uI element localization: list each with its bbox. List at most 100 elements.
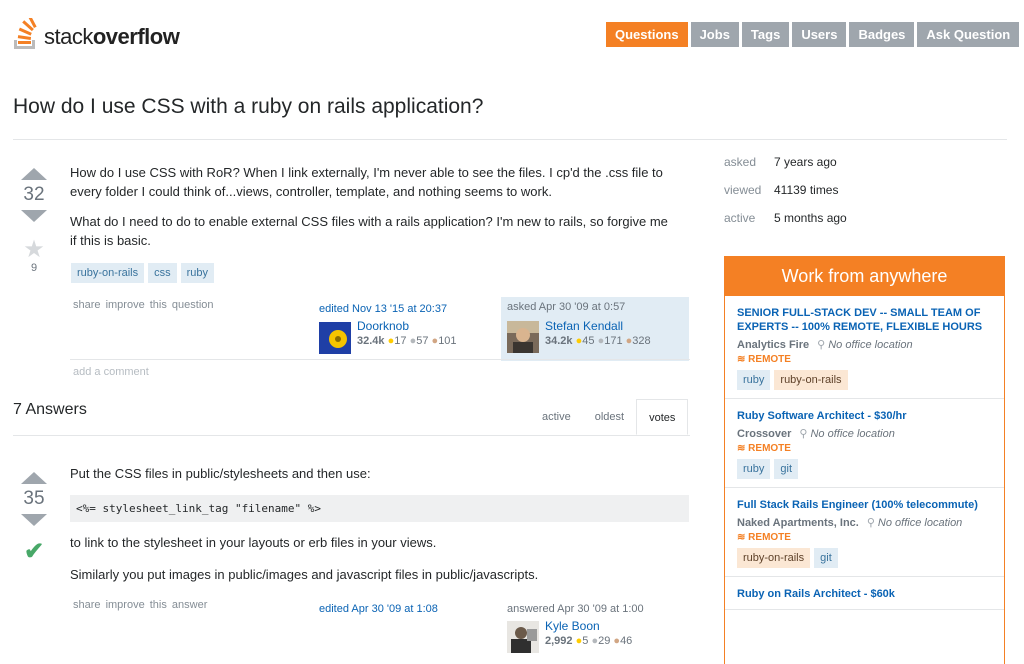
stat-row-active: active 5 months ago: [724, 209, 847, 227]
job-tag-git[interactable]: git: [774, 459, 799, 479]
title-divider: [13, 139, 1007, 140]
job-location: No office location: [810, 428, 895, 440]
job-title-link[interactable]: Ruby Software Architect - $30/hr: [737, 409, 992, 423]
owner-name[interactable]: Stefan Kendall: [545, 319, 623, 333]
favorite-star-icon[interactable]: ★: [14, 238, 54, 262]
job-company: Naked Apartments, Inc.: [737, 517, 859, 529]
accepted-checkmark-icon: ✔: [23, 538, 45, 565]
tag-ruby[interactable]: ruby: [180, 263, 215, 283]
stat-label: viewed: [724, 183, 762, 197]
job-title-link[interactable]: Ruby on Rails Architect - $60k: [737, 587, 992, 601]
job-company: Crossover: [737, 428, 792, 440]
tag-ruby-on-rails[interactable]: ruby-on-rails: [71, 263, 145, 283]
job-remote-badge: ≋ REMOTE: [737, 443, 992, 454]
job-remote-label: REMOTE: [748, 443, 791, 454]
nav-jobs-button[interactable]: Jobs: [690, 22, 739, 47]
answer-menu[interactable]: share improve this answer: [73, 599, 207, 611]
question-paragraph-1: How do I use CSS with RoR? When I link e…: [70, 165, 663, 199]
answers-count: 7 Answers: [13, 401, 87, 418]
job-item: SENIOR FULL-STACK DEV -- SMALL TEAM OF E…: [725, 296, 1004, 399]
upvote-arrow-icon[interactable]: [21, 168, 47, 180]
job-tags: ruby-on-rails git: [737, 548, 992, 568]
question-vote-count: 32: [23, 184, 45, 205]
wifi-icon: ≋: [737, 532, 749, 543]
editor-name[interactable]: Doorknob: [357, 319, 409, 333]
job-title-link[interactable]: SENIOR FULL-STACK DEV -- SMALL TEAM OF E…: [737, 306, 992, 334]
job-tag-git[interactable]: git: [814, 548, 838, 568]
nav-users-button[interactable]: Users: [792, 22, 847, 47]
add-comment-link[interactable]: add a comment: [73, 366, 149, 378]
job-tag-ruby[interactable]: ruby: [737, 459, 771, 479]
location-pin-icon: ⚲: [817, 339, 826, 351]
downvote-arrow-icon[interactable]: [21, 210, 47, 222]
stat-label: asked: [724, 155, 757, 169]
answer-vote-count: 35: [23, 488, 45, 509]
nav-ask-question-button[interactable]: Ask Question: [917, 22, 1020, 47]
job-remote-label: REMOTE: [748, 532, 791, 543]
question-menu[interactable]: share improve this question: [73, 299, 214, 311]
answer-upvote-arrow-icon[interactable]: [21, 472, 47, 484]
job-list: SENIOR FULL-STACK DEV -- SMALL TEAM OF E…: [725, 296, 1004, 610]
answer-author-name[interactable]: Kyle Boon: [545, 619, 600, 633]
stat-row-asked: asked 7 years ago: [724, 153, 847, 171]
favorite-count: 9: [30, 262, 38, 274]
answer-author-signature: answered Apr 30 '09 at 1:00 Kyle Boon 2,…: [501, 599, 689, 659]
answer-author-reputation: 2,992 ●5 ●29 ●46: [545, 635, 633, 647]
answer-code-block: <%= stylesheet_link_tag "filename" %>: [70, 495, 689, 522]
site-logo[interactable]: stackoverflow: [12, 14, 180, 50]
nav-badges-button[interactable]: Badges: [849, 22, 915, 47]
job-tags: ruby ruby-on-rails: [737, 370, 992, 390]
kyle-boon-avatar[interactable]: [507, 621, 539, 653]
job-item: Full Stack Rails Engineer (100% telecomm…: [725, 488, 1004, 577]
doorknob-avatar[interactable]: [319, 322, 351, 354]
nav-tags-button[interactable]: Tags: [741, 22, 790, 47]
answer-edited-timestamp[interactable]: edited Apr 30 '09 at 1:08: [319, 603, 438, 615]
job-item: Ruby on Rails Architect - $60k: [725, 577, 1004, 610]
job-item: Ruby Software Architect - $30/hr Crossove…: [725, 399, 1004, 488]
job-remote-badge: ≋ REMOTE: [737, 354, 992, 365]
answers-divider: [13, 435, 690, 436]
tab-votes[interactable]: votes: [636, 399, 689, 435]
stat-value: 41139 times: [774, 183, 839, 197]
question-tags: ruby-on-rails css ruby: [71, 263, 215, 283]
wifi-icon: ≋: [737, 443, 749, 454]
editor-reputation: 32.4k ●17 ●57 ●101: [357, 335, 457, 347]
tab-oldest[interactable]: oldest: [583, 399, 636, 435]
stat-value: 5 months ago: [774, 211, 847, 225]
job-company-row: Naked Apartments, Inc. ⚲ No office locatio…: [737, 516, 992, 529]
stackoverflow-logo-icon: [14, 18, 37, 49]
job-tag-ruby-on-rails[interactable]: ruby-on-rails: [737, 548, 811, 568]
answer-downvote-arrow-icon[interactable]: [21, 514, 47, 526]
location-pin-icon: ⚲: [866, 517, 875, 529]
job-remote-label: REMOTE: [748, 354, 791, 365]
question-stats: asked 7 years ago viewed 41139 times active 5…: [724, 153, 847, 237]
brand-name: stackoverflow: [44, 24, 180, 49]
job-remote-badge: ≋ REMOTE: [737, 532, 992, 543]
stefan-kendall-avatar[interactable]: [507, 321, 539, 353]
jobs-heading[interactable]: Work from anywhere: [725, 256, 1004, 296]
stat-label: active: [724, 211, 756, 225]
nav-questions-button[interactable]: Questions: [606, 22, 688, 47]
question-paragraph-2: What do I need to do to enable external …: [70, 214, 668, 248]
comments-divider: [70, 359, 690, 360]
answered-timestamp: answered Apr 30 '09 at 1:00: [507, 603, 644, 615]
stat-row-viewed: viewed 41139 times: [724, 181, 847, 199]
edited-timestamp[interactable]: edited Nov 13 '15 at 20:37: [319, 303, 482, 315]
owner-reputation: 34.2k ●45 ●171 ●328: [545, 335, 651, 347]
job-tag-ruby-on-rails[interactable]: ruby-on-rails: [774, 370, 848, 390]
wifi-icon: ≋: [737, 354, 749, 365]
job-title-link[interactable]: Full Stack Rails Engineer (100% telecomm…: [737, 498, 992, 512]
answer-line-2: to link to the stylesheet in your layout…: [70, 535, 437, 550]
jobs-widget: Work from anywhere SENIOR FULL-STACK DEV…: [724, 256, 1005, 664]
question-title[interactable]: How do I use CSS with a ruby on rails ap…: [13, 95, 483, 119]
job-tag-ruby[interactable]: ruby: [737, 370, 771, 390]
tag-css[interactable]: css: [148, 263, 177, 283]
editor-signature: edited Nov 13 '15 at 20:37 Doorknob 32.4…: [313, 299, 488, 359]
stat-value: 7 years ago: [774, 155, 837, 169]
location-pin-icon: ⚲: [799, 428, 808, 440]
answer-sort-tabs: active oldest votes: [530, 399, 689, 435]
job-location: No office location: [877, 517, 963, 529]
tab-active[interactable]: active: [530, 399, 583, 435]
answer-line-1: Put the CSS files in public/stylesheets …: [70, 466, 371, 481]
main-nav: Questions Jobs Tags Users Badges Ask Question: [603, 22, 1020, 47]
